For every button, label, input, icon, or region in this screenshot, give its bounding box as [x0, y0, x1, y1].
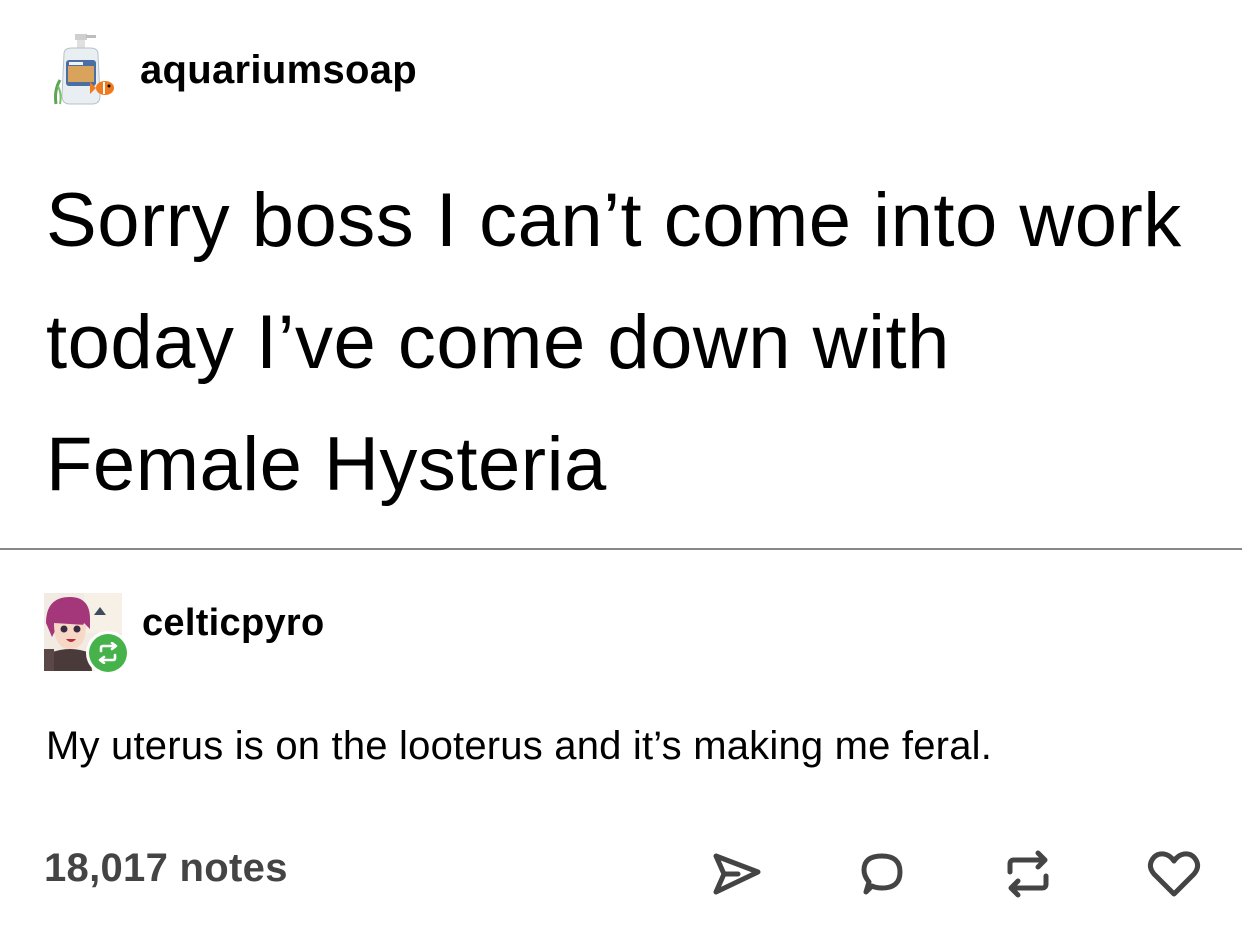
post-author-name[interactable]: aquariumsoap [140, 48, 417, 93]
like-button[interactable] [1142, 842, 1206, 906]
tumblr-post: aquariumsoap Sorry boss I can’t come int… [0, 0, 1242, 938]
share-icon [713, 853, 761, 895]
reblog-author-header: celticpyro [44, 592, 325, 675]
post-body-text: Sorry boss I can’t come into work today … [46, 178, 1182, 507]
post-author-header: aquariumsoap [42, 30, 417, 110]
heart-icon [1147, 851, 1201, 897]
share-button[interactable] [704, 842, 768, 906]
post-actions [700, 842, 1210, 906]
notes-count[interactable]: 18,017 notes [44, 846, 288, 891]
reblog-author-name[interactable]: celticpyro [142, 602, 325, 645]
anime-character-avatar-icon[interactable] [44, 593, 130, 675]
reblog-badge-icon [86, 631, 130, 675]
reblog-body-text: My uterus is on the looterus and it’s ma… [46, 724, 993, 768]
reblog-button[interactable] [996, 842, 1060, 906]
reply-icon [861, 853, 903, 895]
soap-bottle-avatar-icon[interactable] [42, 30, 122, 110]
reply-button[interactable] [850, 842, 914, 906]
reblog-icon [1007, 850, 1049, 898]
reblog-divider [0, 548, 1242, 550]
